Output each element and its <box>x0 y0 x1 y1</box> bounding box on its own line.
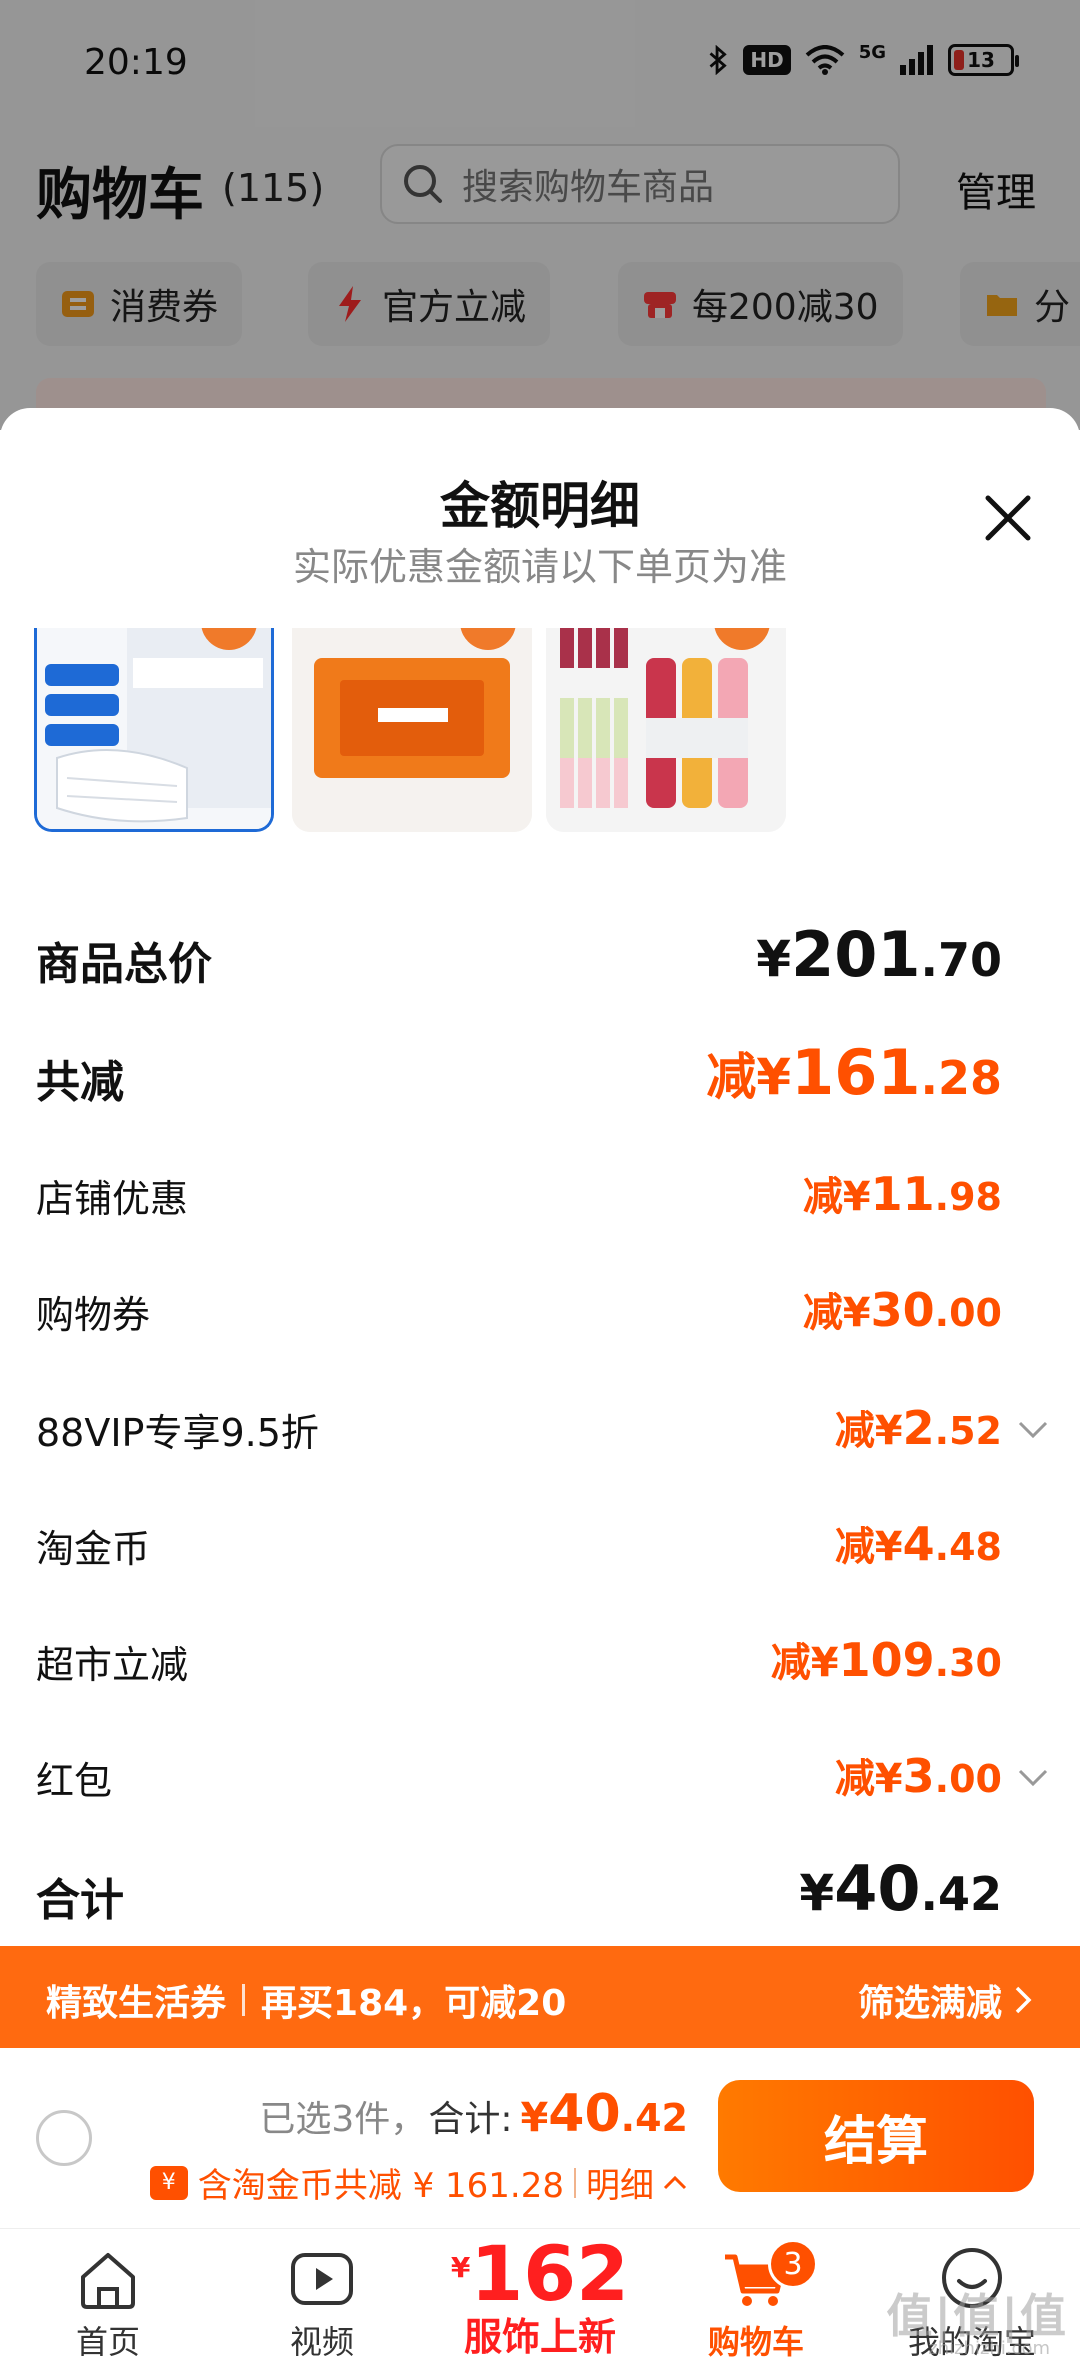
product-thumb-mask[interactable] <box>34 628 274 832</box>
row-goods-total: 商品总价 ¥201.70 <box>0 908 1080 1018</box>
row-value: 减¥2.52 <box>834 1401 1002 1455</box>
row-red-packet[interactable]: 红包 减¥3.00 <box>0 1726 1080 1836</box>
detail-link[interactable]: 明细 <box>586 2158 654 2207</box>
chevron-up-icon[interactable] <box>662 2173 688 2193</box>
filter-reduction-label: 筛选满减 <box>857 1983 1002 2024</box>
product-thumb-drinks[interactable] <box>546 628 786 832</box>
cart-badge: 3 <box>768 2239 818 2289</box>
home-icon <box>81 2253 135 2309</box>
watermark-logo: 值|值|值 <box>886 2289 1068 2343</box>
mask-product-image <box>37 628 271 829</box>
total-label: 合计: <box>428 2099 513 2140</box>
chevron-down-icon[interactable] <box>1016 1760 1050 1794</box>
row-value: ¥40.42 <box>799 1852 1002 1925</box>
row-label: 店铺优惠 <box>36 1177 189 1221</box>
promo-bar[interactable]: 精致生活券 再买184，可减20 筛选满减 <box>0 1946 1080 2048</box>
close-icon[interactable] <box>980 490 1036 546</box>
divider <box>574 2167 576 2198</box>
tab-cart[interactable]: 3 购物车 <box>656 2239 856 2363</box>
selected-count: 已选3件， <box>259 2099 427 2140</box>
row-value: 减¥30.00 <box>802 1283 1002 1337</box>
row-value: 减¥161.28 <box>706 1036 1002 1109</box>
sheet-subtitle: 实际优惠金额请以下单页为准 <box>292 545 787 589</box>
promo-hint: 再买184，可减20 <box>261 1983 567 2024</box>
tab-label: 首页 <box>75 2323 140 2361</box>
tab-promo-clothing[interactable]: ¥162 服饰上新 <box>440 2233 640 2360</box>
row-value: 减¥3.00 <box>834 1749 1002 1803</box>
row-value: 减¥109.30 <box>770 1633 1002 1687</box>
row-value: 减¥4.48 <box>834 1517 1002 1571</box>
checkout-bar: 已选3件， 合计: ¥40.42 ¥ 含淘金币共减 ¥ 161.28 明细 结算 <box>0 2048 1080 2228</box>
wipes-product-image <box>292 628 532 832</box>
promo-text: 精致生活券 再买184，可减20 <box>46 1974 566 2026</box>
row-value: 减¥11.98 <box>802 1167 1002 1221</box>
row-shopping-coupon: 购物券 减¥30.00 <box>0 1260 1080 1370</box>
row-shop-discount: 店铺优惠 减¥11.98 <box>0 1144 1080 1254</box>
chevron-down-icon[interactable] <box>1016 1412 1050 1446</box>
filter-reduction-link[interactable]: 筛选满减 <box>858 1974 1032 2026</box>
checkout-button[interactable]: 结算 <box>718 2080 1034 2192</box>
tab-video[interactable]: 视频 <box>222 2243 422 2363</box>
total-amount: ¥40.42 <box>520 2084 688 2144</box>
row-label: 共减 <box>36 1057 124 1108</box>
sheet-title: 金额明细 <box>440 477 640 535</box>
row-88vip[interactable]: 88VIP专享9.5折 减¥2.52 <box>0 1378 1080 1488</box>
row-taojinbi: 淘金币 减¥4.48 <box>0 1494 1080 1604</box>
dim-overlay[interactable] <box>0 0 1080 430</box>
product-thumb-wipes[interactable] <box>292 628 532 832</box>
coupon-icon: ¥ <box>149 2165 188 2200</box>
row-label: 红包 <box>36 1759 113 1803</box>
product-thumbnails <box>34 628 1080 834</box>
row-value: ¥201.70 <box>756 918 1002 991</box>
drinks-product-image <box>546 628 786 832</box>
row-sum: 合计 ¥40.42 <box>0 1842 1080 1952</box>
row-label: 超市立减 <box>36 1643 189 1687</box>
selected-summary: 已选3件， 合计: ¥40.42 <box>259 2084 688 2144</box>
promo-number: 162 <box>470 2229 630 2318</box>
row-label: 88VIP专享9.5折 <box>36 1411 319 1455</box>
select-all-checkbox[interactable] <box>36 2110 92 2166</box>
tab-home[interactable]: 首页 <box>8 2243 208 2363</box>
row-label: 购物券 <box>36 1293 151 1337</box>
row-label: 淘金币 <box>36 1527 151 1571</box>
promo-label: 服饰上新 <box>463 2315 616 2359</box>
watermark-url: zhizhizhi.com <box>928 2338 1050 2359</box>
row-label: 合计 <box>36 1875 124 1926</box>
discount-summary-text: 含淘金币共减 ¥ 161.28 <box>197 2166 564 2206</box>
tab-label: 视频 <box>289 2323 354 2361</box>
promo-divider <box>242 1984 246 2016</box>
tab-label: 购物车 <box>707 2323 804 2361</box>
promo-currency: ¥ <box>450 2251 471 2284</box>
discount-summary[interactable]: ¥ 含淘金币共减 ¥ 161.28 明细 <box>149 2158 688 2207</box>
video-icon <box>291 2253 353 2305</box>
promo-coupon-name: 精致生活券 <box>46 1983 227 2024</box>
chevron-right-icon <box>1015 1986 1032 2014</box>
row-label: 商品总价 <box>36 939 212 990</box>
row-total-discount: 共减 减¥161.28 <box>0 1026 1080 1136</box>
row-supermarket-discount: 超市立减 减¥109.30 <box>0 1610 1080 1720</box>
